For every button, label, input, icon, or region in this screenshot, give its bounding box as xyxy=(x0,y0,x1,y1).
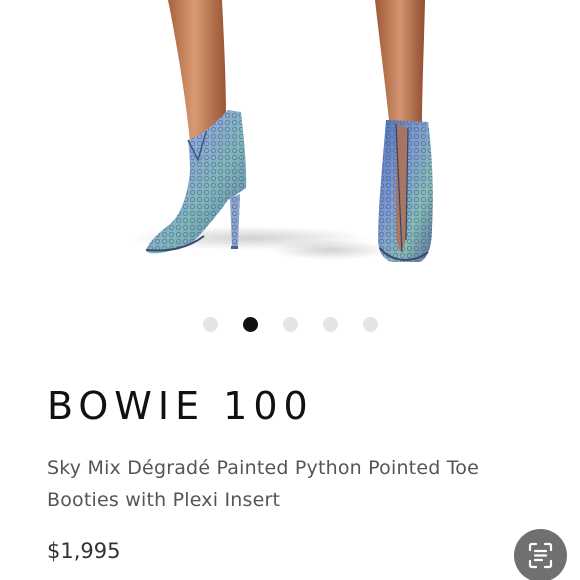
product-description: Sky Mix Dégradé Painted Python Pointed T… xyxy=(47,457,480,511)
carousel-dot[interactable] xyxy=(203,317,218,332)
scan-text-icon xyxy=(528,542,553,569)
product-page: BOWIE 100 Sky Mix Dégradé Painted Python… xyxy=(0,0,580,580)
scan-button[interactable] xyxy=(514,529,567,580)
carousel-dot[interactable] xyxy=(363,317,378,332)
carousel-dot[interactable] xyxy=(283,317,298,332)
carousel-dot-active[interactable] xyxy=(243,317,258,332)
carousel-indicator xyxy=(0,317,580,333)
product-image[interactable] xyxy=(0,0,580,300)
carousel-dot[interactable] xyxy=(323,317,338,332)
product-price: $1,995 xyxy=(47,539,121,563)
right-bootie xyxy=(378,120,433,262)
booties-illustration xyxy=(130,0,433,262)
product-name: BOWIE 100 xyxy=(47,384,314,428)
